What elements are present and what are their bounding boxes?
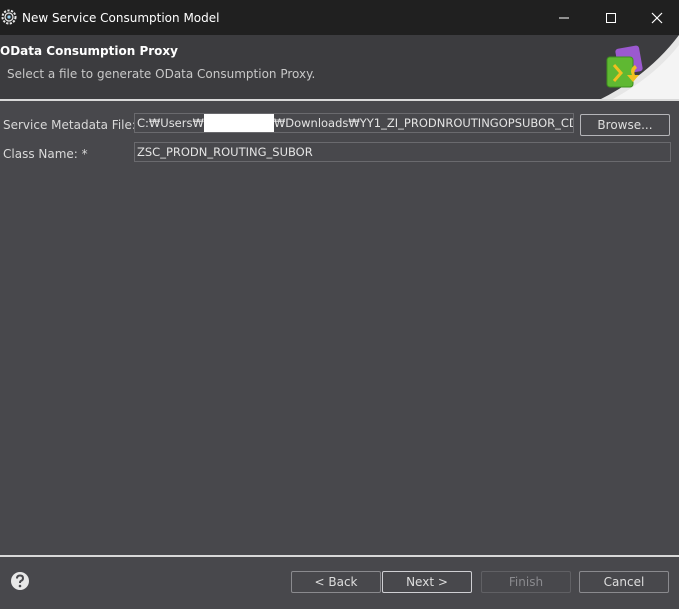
maximize-icon (606, 13, 616, 23)
dialog-window: New Service Consumption Model OData Cons… (0, 0, 679, 609)
wizard-banner: OData Consumption Proxy Select a file to… (0, 35, 679, 100)
close-button[interactable] (634, 0, 679, 35)
window-title: New Service Consumption Model (22, 11, 220, 25)
maximize-button[interactable] (588, 0, 634, 35)
banner-separator (0, 99, 679, 101)
wizard-graphic-icon (599, 35, 679, 100)
class-name-label: Class Name: * (3, 147, 88, 161)
finish-button[interactable]: Finish (481, 571, 571, 593)
banner-description: Select a file to generate OData Consumpt… (7, 67, 316, 81)
class-name-input[interactable]: ZSC_PRODN_ROUTING_SUBOR (134, 142, 671, 162)
next-button[interactable]: Next > (382, 571, 472, 593)
browse-button[interactable]: Browse... (580, 114, 670, 136)
redacted-username (203, 114, 274, 132)
title-bar: New Service Consumption Model (0, 0, 679, 35)
minimize-icon (559, 17, 569, 19)
gear-icon (1, 9, 17, 25)
close-icon (651, 12, 663, 24)
help-icon[interactable] (10, 571, 30, 591)
footer-separator (0, 555, 679, 557)
banner-title: OData Consumption Proxy (0, 44, 178, 58)
minimize-button[interactable] (541, 0, 587, 35)
metadata-file-input[interactable]: C:₩Users₩ ₩Downloads₩YY1_ZI_PRODNROUTINGO… (134, 113, 574, 133)
metadata-path-prefix: C:₩Users₩ (137, 116, 204, 130)
metadata-path-suffix: ₩Downloads₩YY1_ZI_PRODNROUTINGOPSUBOR_CD… (273, 116, 574, 130)
back-button[interactable]: < Back (291, 571, 381, 593)
metadata-file-label: Service Metadata File: * (3, 118, 146, 132)
cancel-button[interactable]: Cancel (579, 571, 669, 593)
